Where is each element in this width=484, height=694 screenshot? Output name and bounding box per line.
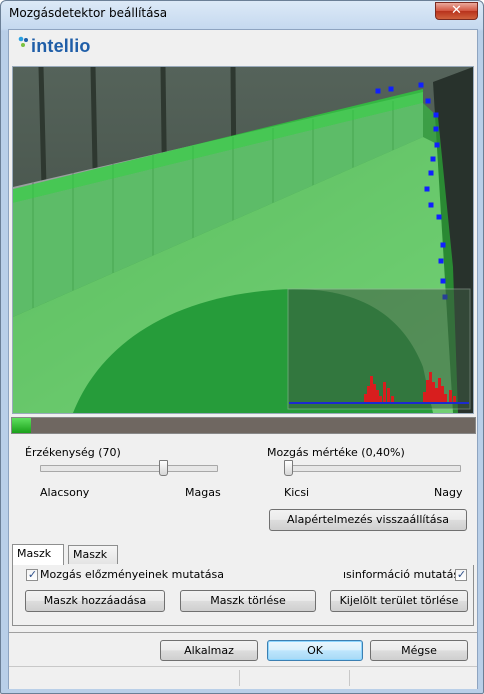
check-icon: ✓ (27, 568, 38, 581)
histogram-bar (444, 394, 447, 402)
mask-point[interactable] (424, 186, 430, 192)
status-bar (9, 666, 477, 689)
mask-point[interactable] (433, 112, 439, 118)
reset-defaults-button[interactable]: Alapértelmezés visszaállítása (269, 509, 467, 531)
motion-amount-label: Mozgás mértéke (0,40%) (267, 446, 405, 459)
check-icon: ✓ (456, 568, 467, 581)
status-divider (349, 670, 350, 686)
sensitivity-label: Érzékenység (70) (25, 446, 121, 459)
show-info-label: ısinformáció mutatása (343, 568, 466, 581)
motion-max-label: Nagy (434, 486, 463, 499)
mask-tab-panel: ✓ Mozgás előzményeinek mutatása ısinform… (12, 565, 474, 626)
mask-point[interactable] (428, 202, 434, 208)
add-mask-button[interactable]: Maszk hozzáadása (25, 590, 165, 612)
histogram-bar (429, 372, 432, 402)
sensitivity-max-label: Magas (185, 486, 221, 499)
histogram-bar (426, 380, 429, 402)
dialog-window: Mozgásdetektor beállítása ✕ intellio Érz… (0, 0, 484, 694)
histogram-bar (432, 382, 435, 402)
camera-scene (13, 67, 473, 413)
mask-tabs: Maszk 1 Maszk 2 (12, 543, 472, 579)
histogram-bar (453, 396, 456, 402)
mask-point[interactable] (434, 142, 440, 148)
logo-text: intellio (31, 36, 91, 56)
histogram-bar (376, 390, 379, 402)
mask-point[interactable] (438, 258, 444, 264)
mask-point[interactable] (433, 126, 439, 132)
cancel-button[interactable]: Mégse (370, 640, 468, 661)
delete-selected-area-button[interactable]: Kijelölt terület törlése (330, 590, 468, 612)
window-title: Mozgásdetektor beállítása (9, 6, 168, 20)
show-info-checkbox[interactable]: ✓ (455, 568, 467, 581)
mask-point[interactable] (440, 278, 446, 284)
motion-slider-track[interactable] (285, 465, 461, 472)
histogram-bar (391, 396, 394, 402)
activity-meter (11, 417, 476, 434)
title-bar: Mozgásdetektor beállítása ✕ (1, 1, 483, 27)
mask-point[interactable] (425, 98, 431, 104)
delete-mask-button[interactable]: Maszk törlése (180, 590, 316, 612)
histogram-bar (373, 384, 376, 402)
histogram-bar (383, 382, 386, 402)
mask-point[interactable] (428, 170, 434, 176)
histogram-bar (367, 386, 370, 402)
mask-point[interactable] (388, 86, 394, 92)
sensitivity-slider-thumb[interactable] (159, 460, 169, 476)
show-history-checkbox[interactable]: ✓ (26, 568, 38, 581)
motion-min-label: Kicsi (284, 486, 310, 499)
histogram-bar (438, 378, 441, 402)
histogram-bar (441, 386, 444, 402)
activity-meter-fill (12, 418, 31, 433)
histogram-bar (423, 392, 426, 402)
apply-button[interactable]: Alkalmaz (160, 640, 258, 661)
tab-maszk-2[interactable]: Maszk 2 (68, 545, 118, 579)
logo-dots-icon (18, 36, 28, 47)
motion-slider-thumb[interactable] (284, 460, 294, 476)
close-button[interactable]: ✕ (435, 2, 478, 20)
histogram-bar (379, 396, 382, 402)
histogram-bar (370, 376, 373, 402)
histogram-bar (387, 388, 390, 402)
mask-point[interactable] (436, 214, 442, 220)
mask-point[interactable] (430, 156, 436, 162)
sensitivity-min-label: Alacsony (40, 486, 90, 499)
camera-preview[interactable] (12, 66, 474, 414)
close-icon: ✕ (451, 3, 462, 18)
show-history-label: Mozgás előzményeinek mutatása (40, 568, 224, 581)
status-divider (239, 670, 240, 686)
mask-point[interactable] (418, 82, 424, 88)
tab-maszk-1[interactable]: Maszk 1 (12, 544, 64, 578)
mask-point[interactable] (440, 242, 446, 248)
sensitivity-slider-track[interactable] (40, 465, 218, 472)
ok-button[interactable]: OK (267, 640, 363, 661)
histogram-bar (435, 388, 438, 402)
mask-point[interactable] (375, 88, 381, 94)
separator (9, 632, 477, 633)
histogram-bar (449, 390, 452, 402)
dialog-client-area: intellio Érzékenység (70) Alacsony Magas… (8, 29, 478, 689)
histogram-bar (364, 394, 367, 402)
